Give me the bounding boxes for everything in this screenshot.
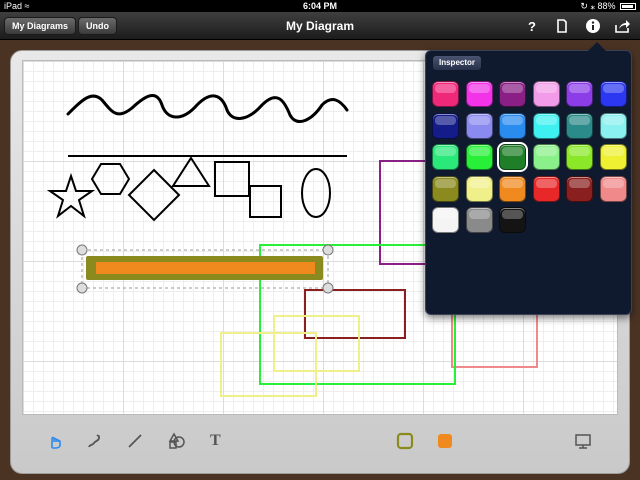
share-icon[interactable] <box>614 18 630 34</box>
rotation-lock-icon: ↻ <box>580 1 588 11</box>
status-time: 6:04 PM <box>302 1 337 11</box>
wavy-line-shape[interactable] <box>66 94 349 123</box>
color-swatch[interactable] <box>499 207 526 233</box>
resize-handle-top-right[interactable] <box>322 244 334 256</box>
color-swatch[interactable] <box>465 175 493 202</box>
inspector-title[interactable]: Inspector <box>432 55 483 71</box>
presentation-icon[interactable] <box>574 432 592 450</box>
selected-bar-fill <box>96 262 315 274</box>
undo-button[interactable]: Undo <box>78 17 117 35</box>
color-swatch[interactable] <box>599 112 627 139</box>
color-swatch[interactable] <box>532 175 560 202</box>
fill-color-icon[interactable] <box>436 432 454 450</box>
text-icon[interactable]: T <box>210 432 228 450</box>
color-swatch[interactable] <box>499 81 526 107</box>
color-swatch[interactable] <box>599 175 627 202</box>
color-swatch[interactable] <box>432 207 459 233</box>
color-swatch[interactable] <box>566 81 593 107</box>
bluetooth-icon: ⁎ <box>590 1 595 11</box>
triangle-shape[interactable] <box>171 156 211 187</box>
hand-icon[interactable] <box>46 432 64 450</box>
help-icon[interactable]: ? <box>524 18 540 34</box>
light-yellow-rectangle-2[interactable] <box>220 332 317 397</box>
color-swatch[interactable] <box>566 112 593 139</box>
top-toolbar: My Diagram My Diagrams Undo ? <box>0 12 640 40</box>
inspector-popover: Inspector <box>425 42 632 315</box>
svg-text:?: ? <box>528 19 536 34</box>
battery-icon <box>620 3 636 11</box>
freehand-icon[interactable] <box>86 432 104 450</box>
color-swatch[interactable] <box>499 175 526 202</box>
resize-handle-bottom-right[interactable] <box>322 282 334 294</box>
page-icon[interactable] <box>554 18 570 34</box>
my-diagrams-button[interactable]: My Diagrams <box>4 17 77 35</box>
color-swatch[interactable] <box>599 144 627 170</box>
battery-percent: 88% <box>597 1 616 11</box>
color-swatch[interactable] <box>465 144 493 170</box>
color-swatch[interactable] <box>432 175 459 202</box>
dark-red-rectangle[interactable] <box>304 289 406 339</box>
bottom-toolbar: T <box>22 420 618 462</box>
ellipse-shape[interactable] <box>301 168 331 218</box>
color-swatch[interactable] <box>532 81 560 107</box>
color-swatch[interactable] <box>497 142 528 172</box>
color-swatch[interactable] <box>532 144 560 170</box>
stroke-color-icon[interactable] <box>396 432 414 450</box>
status-bar: iPad ≈ 6:04 PM ↻ ⁎ 88% <box>0 0 640 12</box>
color-swatch[interactable] <box>566 144 593 170</box>
color-swatch[interactable] <box>432 81 459 107</box>
color-swatch[interactable] <box>499 112 526 139</box>
resize-handle-top-left[interactable] <box>76 244 88 256</box>
color-swatch[interactable] <box>432 112 459 139</box>
color-swatch[interactable] <box>432 144 459 170</box>
color-swatch[interactable] <box>465 112 493 139</box>
status-right: ↻ ⁎ 88% <box>580 0 636 12</box>
color-swatch[interactable] <box>566 175 593 202</box>
color-swatch[interactable] <box>465 81 493 107</box>
square-shape[interactable] <box>214 161 250 197</box>
resize-handle-bottom-left[interactable] <box>76 282 88 294</box>
hexagon-shape[interactable] <box>90 163 131 195</box>
color-swatch[interactable] <box>532 112 560 139</box>
line-icon[interactable] <box>126 432 144 450</box>
shapes-icon[interactable] <box>168 432 186 450</box>
diamond-shape[interactable] <box>127 168 181 222</box>
color-swatch[interactable] <box>465 207 493 233</box>
star-shape[interactable] <box>46 172 96 219</box>
color-swatch[interactable] <box>599 81 627 107</box>
small-square-shape[interactable] <box>249 185 282 218</box>
info-icon[interactable] <box>585 18 601 34</box>
